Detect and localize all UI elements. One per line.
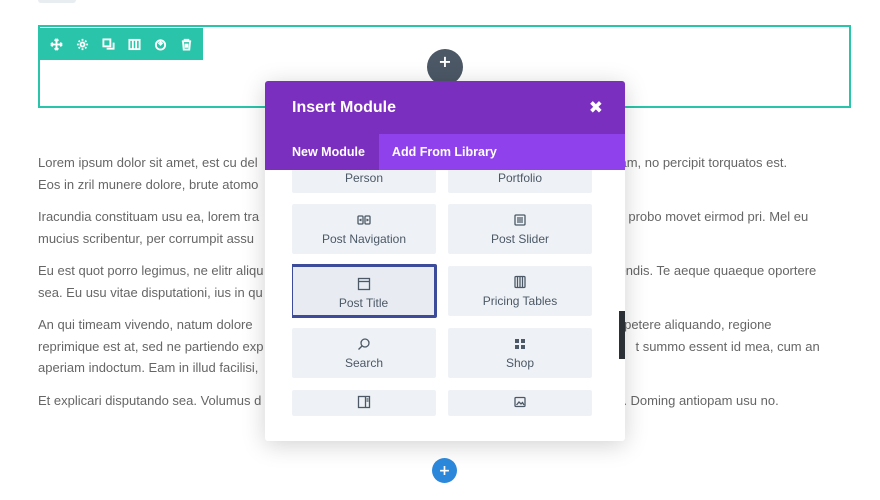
module-grid: Person Portfolio Post Navigation Post Sl… [292, 170, 592, 441]
module-sidebar[interactable] [292, 390, 436, 416]
delete-icon[interactable] [179, 37, 194, 52]
module-search[interactable]: Search [292, 328, 436, 378]
add-section-button[interactable]: + [432, 458, 457, 483]
close-icon[interactable]: ✖ [589, 98, 603, 118]
plus-icon: + [438, 51, 452, 71]
duplicate-icon[interactable] [101, 37, 116, 52]
move-icon[interactable] [49, 37, 64, 52]
module-post-title[interactable]: Post Title [292, 264, 437, 318]
insert-module-modal: Insert Module ✖ New Module Add From Libr… [265, 81, 625, 441]
module-portfolio[interactable]: Portfolio [448, 170, 592, 193]
post-slider-icon [513, 213, 527, 227]
modal-tabs: New Module Add From Library [265, 134, 625, 170]
module-pricing-tables[interactable]: Pricing Tables [448, 266, 592, 316]
post-navigation-icon [357, 213, 371, 227]
sidebar-icon [357, 395, 371, 409]
scrollbar-thumb[interactable] [619, 311, 625, 359]
module-shop[interactable]: Shop [448, 328, 592, 378]
add-row-button[interactable]: + [427, 49, 463, 85]
save-icon[interactable] [153, 37, 168, 52]
section-toolbar [38, 28, 203, 60]
columns-icon[interactable] [127, 37, 142, 52]
tab-add-from-library[interactable]: Add From Library [379, 134, 511, 170]
module-person[interactable]: Person [292, 170, 436, 193]
previous-section-edge [38, 0, 76, 3]
slider-icon [513, 395, 527, 409]
post-title-icon [357, 277, 371, 291]
tab-new-module[interactable]: New Module [265, 134, 379, 170]
module-slider[interactable] [448, 390, 592, 416]
modal-header: Insert Module ✖ [265, 81, 625, 134]
module-post-navigation[interactable]: Post Navigation [292, 204, 436, 254]
module-post-slider[interactable]: Post Slider [448, 204, 592, 254]
modal-title: Insert Module [292, 98, 397, 116]
shop-icon [513, 337, 527, 351]
settings-icon[interactable] [75, 37, 90, 52]
pricing-tables-icon [513, 275, 527, 289]
search-icon [357, 337, 371, 351]
plus-icon: + [438, 462, 451, 479]
